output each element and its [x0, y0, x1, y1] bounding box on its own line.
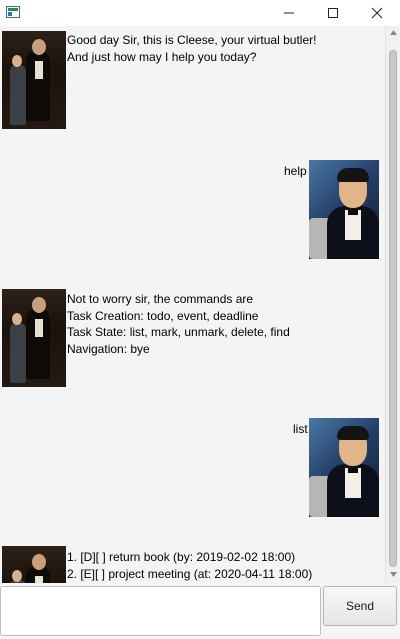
message-line: And just how may I help you today?	[67, 49, 257, 64]
chat-scroll-pane[interactable]: Good day Sir, this is Cleese, your virtu…	[0, 26, 400, 583]
user-message: help	[0, 160, 380, 260]
cleese-avatar	[2, 31, 66, 129]
minimize-icon	[284, 12, 294, 14]
cleese-avatar	[2, 289, 66, 387]
cleese-message: Not to worry sir, the commands are Task …	[0, 289, 380, 389]
send-button[interactable]: Send	[323, 586, 397, 626]
maximize-icon	[328, 8, 338, 18]
cleese-message: 1. [D][ ] return book (by: 2019-02-02 18…	[0, 546, 380, 583]
message-input[interactable]	[0, 586, 321, 636]
cleese-message: Good day Sir, this is Cleese, your virtu…	[0, 31, 380, 131]
message-line: Task State: list, mark, unmark, delete, …	[67, 325, 290, 339]
scroll-up-arrow-icon[interactable]	[390, 30, 397, 35]
app-icon	[6, 6, 20, 18]
close-icon	[371, 7, 383, 19]
user-avatar	[309, 160, 379, 259]
title-bar	[0, 0, 400, 26]
message-line: list	[293, 422, 308, 436]
close-button[interactable]	[354, 0, 400, 26]
vertical-scrollbar[interactable]	[385, 26, 399, 583]
message-line: 2. [E][ ] project meeting (at: 2020-04-1…	[67, 566, 313, 581]
message-line: Task Creation: todo, event, deadline	[67, 308, 259, 323]
scroll-down-arrow-icon[interactable]	[390, 572, 397, 577]
message-line: Navigation: bye	[67, 341, 150, 356]
message-line: help	[284, 164, 307, 178]
scrollbar-thumb[interactable]	[389, 50, 397, 567]
user-avatar	[309, 418, 379, 517]
minimize-button[interactable]	[266, 0, 312, 26]
message-line: 1. [D][ ] return book (by: 2019-02-02 18…	[67, 550, 296, 564]
message-line: Not to worry sir, the commands are	[67, 292, 254, 306]
cleese-avatar	[2, 546, 66, 583]
maximize-button[interactable]	[310, 0, 356, 26]
message-line: Good day Sir, this is Cleese, your virtu…	[67, 33, 317, 47]
app-window: Good day Sir, this is Cleese, your virtu…	[0, 0, 400, 639]
input-bar: Send	[0, 583, 400, 639]
user-message: list	[0, 418, 380, 518]
